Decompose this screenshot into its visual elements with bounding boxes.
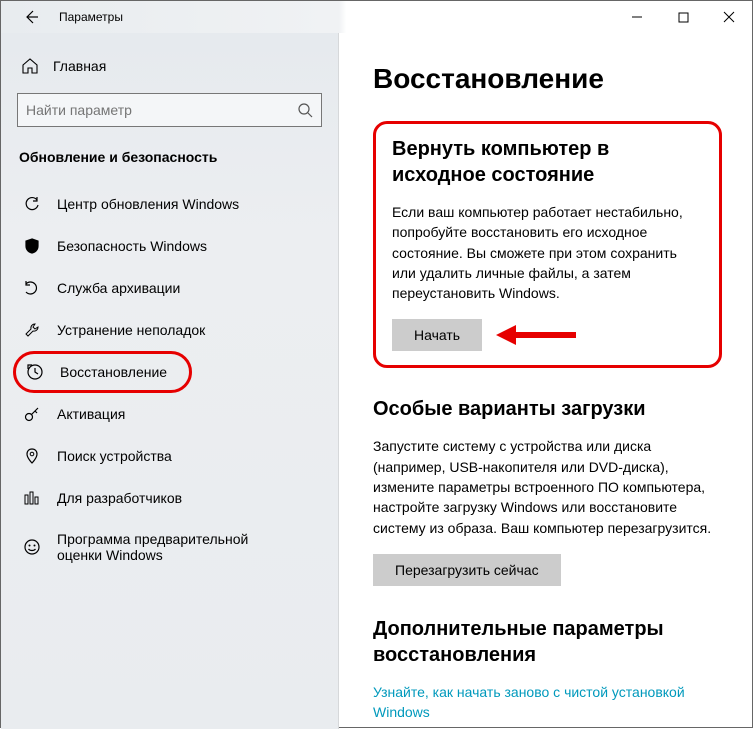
sidebar-item-label: Поиск устройства (57, 448, 172, 464)
sidebar-item-backup[interactable]: Служба архивации (17, 267, 322, 309)
close-button[interactable] (706, 1, 752, 33)
key-icon (23, 405, 41, 423)
sidebar-item-insider[interactable]: Программа предварительной оценки Windows (17, 519, 322, 575)
sidebar-item-label: Центр обновления Windows (57, 196, 239, 212)
sidebar-item-activation[interactable]: Активация (17, 393, 322, 435)
sidebar-item-label: Безопасность Windows (57, 238, 207, 254)
window-title: Параметры (59, 10, 123, 24)
advanced-startup-section: Особые варианты загрузки Запустите систе… (373, 396, 722, 585)
titlebar: Параметры (1, 1, 752, 33)
search-icon (297, 102, 313, 118)
location-icon (23, 447, 41, 465)
sidebar-item-security[interactable]: Безопасность Windows (17, 225, 322, 267)
sidebar-item-troubleshoot[interactable]: Устранение неполадок (17, 309, 322, 351)
advanced-startup-desc: Запустите систему с устройства или диска… (373, 436, 722, 537)
sidebar-item-finddevice[interactable]: Поиск устройства (17, 435, 322, 477)
sidebar-home-label: Главная (53, 58, 106, 74)
sidebar-item-developers[interactable]: Для разработчиков (17, 477, 322, 519)
sidebar-item-label: Программа предварительной оценки Windows (57, 531, 297, 563)
sidebar-item-update[interactable]: Центр обновления Windows (17, 183, 322, 225)
restart-now-button[interactable]: Перезагрузить сейчас (373, 554, 561, 586)
sidebar-item-label: Активация (57, 406, 125, 422)
sidebar-nav: Центр обновления Windows Безопасность Wi… (17, 183, 322, 575)
sync-icon (23, 195, 41, 213)
sidebar-item-label: Устранение неполадок (57, 322, 205, 338)
sidebar-home[interactable]: Главная (17, 51, 322, 93)
reset-pc-section: Вернуть компьютер в исходное состояние Е… (373, 121, 722, 368)
reset-pc-title: Вернуть компьютер в исходное состояние (392, 136, 703, 188)
more-recovery-section: Дополнительные параметры восстановления … (373, 616, 722, 723)
home-icon (21, 57, 39, 75)
fresh-start-link[interactable]: Узнайте, как начать заново с чистой уста… (373, 682, 722, 723)
window-controls (614, 1, 752, 33)
sidebar-section-label: Обновление и безопасность (17, 149, 322, 165)
back-icon[interactable] (21, 9, 41, 25)
sidebar-item-label: Для разработчиков (57, 490, 182, 506)
sidebar-item-label: Служба архивации (57, 280, 180, 296)
recovery-icon (26, 363, 44, 381)
sidebar: Главная Обновление и безопасность Центр … (1, 33, 339, 729)
reset-pc-desc: Если ваш компьютер работает нестабильно,… (392, 202, 703, 303)
minimize-button[interactable] (614, 1, 660, 33)
shield-icon (23, 237, 41, 255)
developers-icon (23, 489, 41, 507)
page-title: Восстановление (373, 63, 722, 95)
wrench-icon (23, 321, 41, 339)
backup-icon (23, 279, 41, 297)
more-recovery-title: Дополнительные параметры восстановления (373, 616, 722, 668)
search-field[interactable] (26, 102, 297, 118)
sidebar-item-recovery[interactable]: Восстановление (13, 351, 192, 393)
maximize-button[interactable] (660, 1, 706, 33)
advanced-startup-title: Особые варианты загрузки (373, 396, 722, 422)
main-content: Восстановление Вернуть компьютер в исход… (339, 33, 752, 729)
annotation-arrow-icon (496, 325, 576, 345)
sidebar-item-label: Восстановление (60, 364, 167, 380)
search-input[interactable] (17, 93, 322, 127)
insider-icon (23, 538, 41, 556)
reset-pc-button[interactable]: Начать (392, 319, 482, 351)
